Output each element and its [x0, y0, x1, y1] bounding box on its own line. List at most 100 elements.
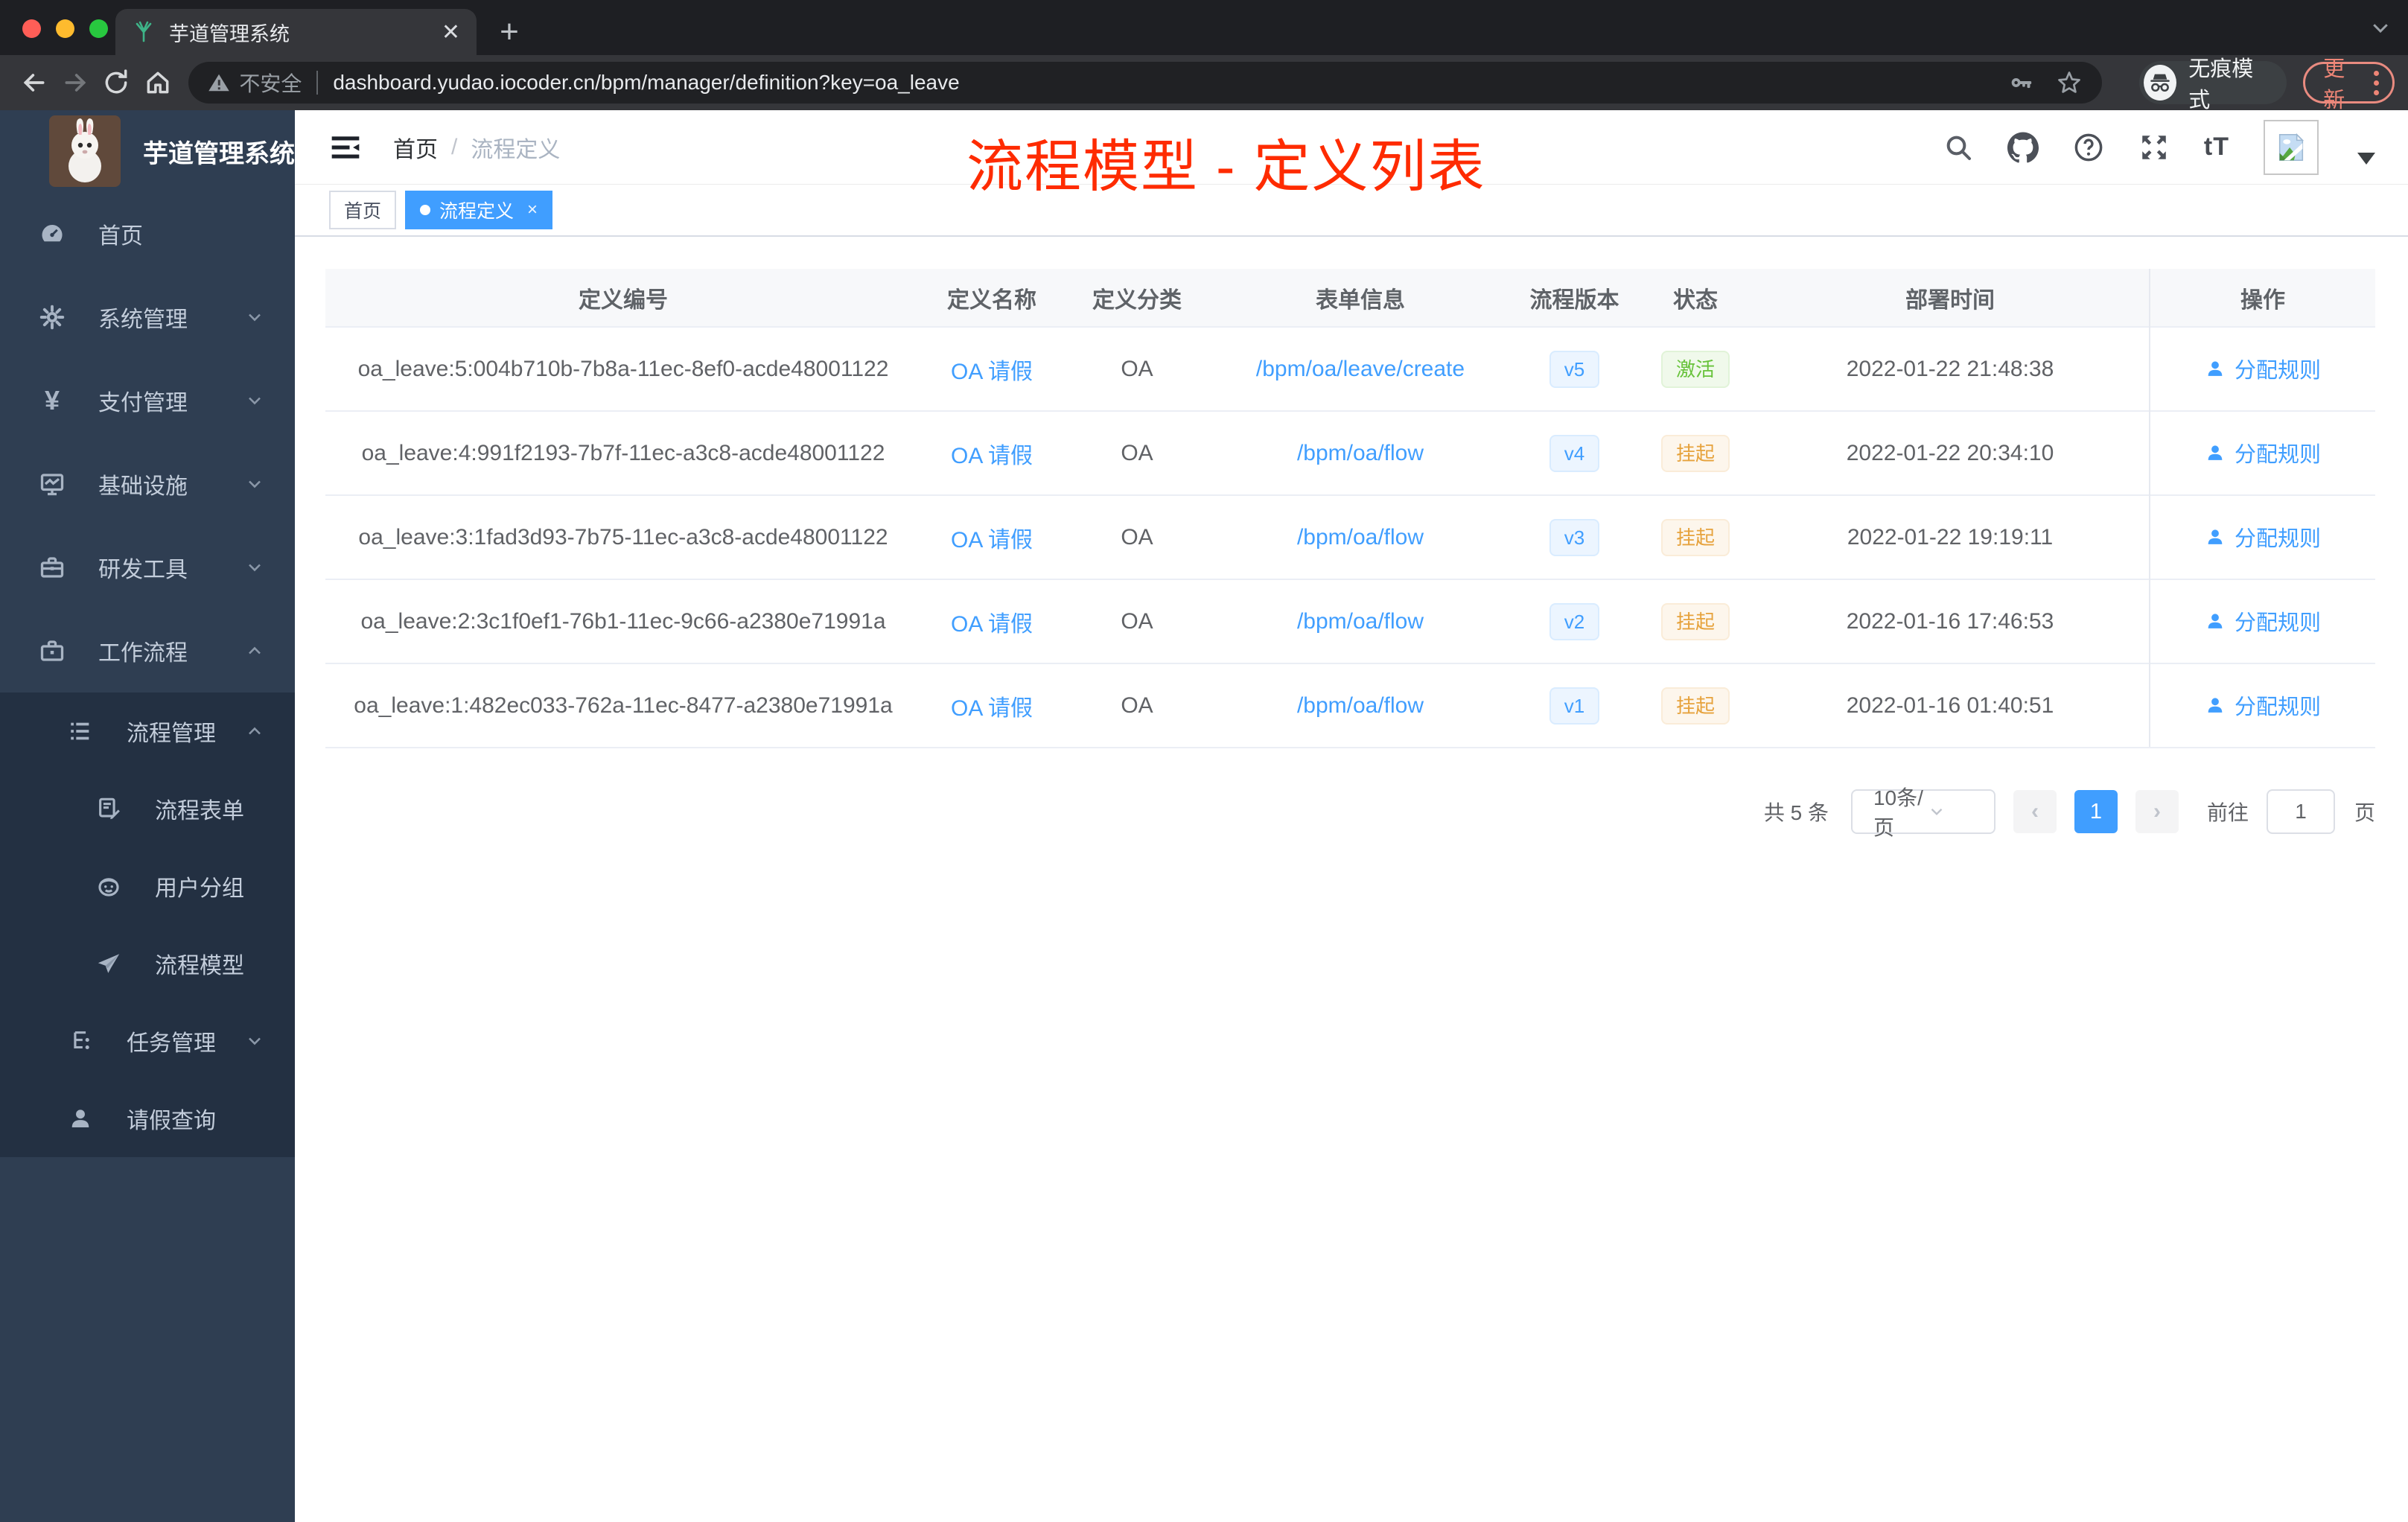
toolbox-icon [37, 554, 67, 581]
close-window-button[interactable] [22, 19, 41, 38]
sidebar-collapse-icon[interactable] [329, 131, 362, 164]
form-link[interactable]: /bpm/oa/flow [1297, 441, 1424, 465]
cell-id: oa_leave:3:1fad3d93-7b75-11ec-a3c8-acde4… [325, 494, 921, 579]
broken-image-icon [2278, 133, 2305, 161]
table-row: oa_leave:3:1fad3d93-7b75-11ec-a3c8-acde4… [325, 494, 2375, 579]
table-row: oa_leave:1:482ec033-762a-11ec-8477-a2380… [325, 663, 2375, 748]
assign-rule-link[interactable]: 分配规则 [2205, 521, 2321, 553]
sidebar-item-infrastructure[interactable]: 基础设施 [0, 442, 295, 526]
sidebar-item-dev-tools[interactable]: 研发工具 [0, 526, 295, 609]
tree-icon [66, 1028, 95, 1054]
bookmark-star-icon[interactable] [2056, 69, 2083, 96]
tab-close-icon[interactable]: ✕ [442, 19, 460, 45]
assign-rule-link[interactable]: 分配规则 [2205, 437, 2321, 468]
sidebar-item-process-form[interactable]: 流程表单 [0, 770, 295, 847]
incognito-icon [2144, 65, 2177, 101]
sidebar-item-home[interactable]: 首页 [0, 192, 295, 276]
page-size-value: 10条/页 [1873, 786, 1923, 839]
col-header-form: 表单信息 [1211, 269, 1509, 327]
goto-page-input[interactable] [2266, 789, 2335, 834]
col-header-category: 定义分类 [1063, 269, 1211, 327]
chrome-update-button[interactable]: 更新 [2303, 57, 2395, 112]
next-page-button[interactable]: › [2135, 790, 2179, 833]
help-icon[interactable] [2073, 132, 2104, 163]
sidebar-item-process-management[interactable]: 流程管理 [0, 692, 295, 770]
address-bar[interactable]: 不安全 dashboard.yudao.iocoder.cn/bpm/manag… [188, 62, 2103, 104]
cell-category: OA [1063, 326, 1211, 411]
definition-name-link[interactable]: OA 请假 [951, 528, 1033, 553]
tag-process-definition[interactable]: 流程定义 × [405, 191, 553, 229]
cell-deploy-time: 2022-01-22 19:19:11 [1751, 494, 2150, 579]
user-icon [2208, 698, 2223, 713]
minimize-window-button[interactable] [56, 19, 74, 38]
security-warning[interactable]: 不安全 [208, 68, 302, 98]
face-icon [94, 873, 124, 899]
site-favicon-plant-icon [132, 20, 156, 44]
tab-search-chevron-icon[interactable] [2369, 16, 2392, 39]
version-badge: v2 [1549, 602, 1600, 640]
sidebar-item-leave-query[interactable]: 请假查询 [0, 1080, 295, 1157]
sidebar-item-system[interactable]: 系统管理 [0, 276, 295, 359]
sidebar-item-workflow[interactable]: 工作流程 [0, 609, 295, 692]
form-link[interactable]: /bpm/oa/flow [1297, 609, 1424, 634]
assign-rule-link[interactable]: 分配规则 [2205, 353, 2321, 384]
briefcase-icon [37, 637, 67, 664]
back-icon[interactable] [13, 60, 54, 105]
sidebar-item-user-group[interactable]: 用户分组 [0, 847, 295, 925]
form-link[interactable]: /bpm/oa/flow [1297, 525, 1424, 550]
sidebar-item-payment[interactable]: ¥ 支付管理 [0, 359, 295, 442]
brand-avatar [49, 115, 121, 187]
forward-icon[interactable] [54, 60, 95, 105]
browser-menu-kebab-icon[interactable] [2374, 70, 2379, 95]
definition-name-link[interactable]: OA 请假 [951, 444, 1033, 468]
font-size-icon[interactable]: tT [2204, 133, 2229, 162]
user-icon [2208, 529, 2223, 544]
maximize-window-button[interactable] [89, 19, 108, 38]
form-link[interactable]: /bpm/oa/leave/create [1256, 357, 1465, 381]
col-header-name: 定义名称 [921, 269, 1063, 327]
avatar[interactable] [2264, 119, 2319, 175]
macos-traffic-lights[interactable] [22, 19, 108, 38]
sidebar-item-task-management[interactable]: 任务管理 [0, 1002, 295, 1080]
chevron-down-icon [244, 307, 265, 328]
prev-page-button[interactable]: ‹ [2013, 790, 2057, 833]
password-key-icon[interactable] [2008, 70, 2033, 95]
reload-icon[interactable] [96, 60, 137, 105]
tag-home[interactable]: 首页 [329, 191, 397, 229]
page-size-select[interactable]: 10条/页 [1850, 786, 1995, 839]
form-link[interactable]: /bpm/oa/flow [1297, 693, 1424, 718]
avatar-dropdown-caret-icon[interactable] [2357, 152, 2375, 165]
sidebar-logo[interactable]: 芋道管理系统 [0, 110, 295, 192]
tag-close-icon[interactable]: × [527, 200, 538, 220]
url-text[interactable]: dashboard.yudao.iocoder.cn/bpm/manager/d… [333, 71, 1993, 95]
paper-plane-icon [94, 951, 124, 976]
list-icon [66, 719, 95, 744]
new-tab-button[interactable]: + [488, 11, 530, 53]
incognito-label: 无痕模式 [2188, 57, 2254, 112]
sidebar-item-process-model[interactable]: 流程模型 [0, 925, 295, 1002]
col-header-version: 流程版本 [1509, 269, 1640, 327]
assign-rule-link[interactable]: 分配规则 [2205, 690, 2321, 721]
yen-icon: ¥ [44, 385, 60, 415]
definition-name-link[interactable]: OA 请假 [951, 696, 1033, 721]
table-row: oa_leave:4:991f2193-7b7f-11ec-a3c8-acde4… [325, 410, 2375, 495]
sidebar-item-label: 系统管理 [98, 308, 188, 332]
browser-tabstrip: 芋道管理系统 ✕ + [0, 0, 2408, 55]
col-header-id: 定义编号 [325, 269, 921, 327]
assign-rule-link[interactable]: 分配规则 [2205, 605, 2321, 637]
definition-name-link[interactable]: OA 请假 [951, 612, 1033, 637]
definition-name-link[interactable]: OA 请假 [951, 360, 1033, 384]
page-number-1[interactable]: 1 [2074, 790, 2118, 833]
breadcrumb-home[interactable]: 首页 [393, 131, 438, 164]
fullscreen-icon[interactable] [2138, 132, 2170, 163]
home-icon[interactable] [137, 60, 178, 105]
sidebar-item-label: 请假查询 [127, 1109, 216, 1133]
github-icon[interactable] [2007, 132, 2039, 163]
page-content: 定义编号 定义名称 定义分类 表单信息 流程版本 状态 部署时间 操作 oa_l [295, 237, 2408, 1522]
browser-tab[interactable]: 芋道管理系统 ✕ [115, 9, 477, 55]
status-badge: 挂起 [1660, 602, 1730, 640]
search-icon[interactable] [1943, 133, 1973, 162]
sidebar-item-label: 用户分组 [155, 876, 244, 901]
url-separator [316, 71, 319, 95]
chevron-down-icon [244, 557, 265, 578]
